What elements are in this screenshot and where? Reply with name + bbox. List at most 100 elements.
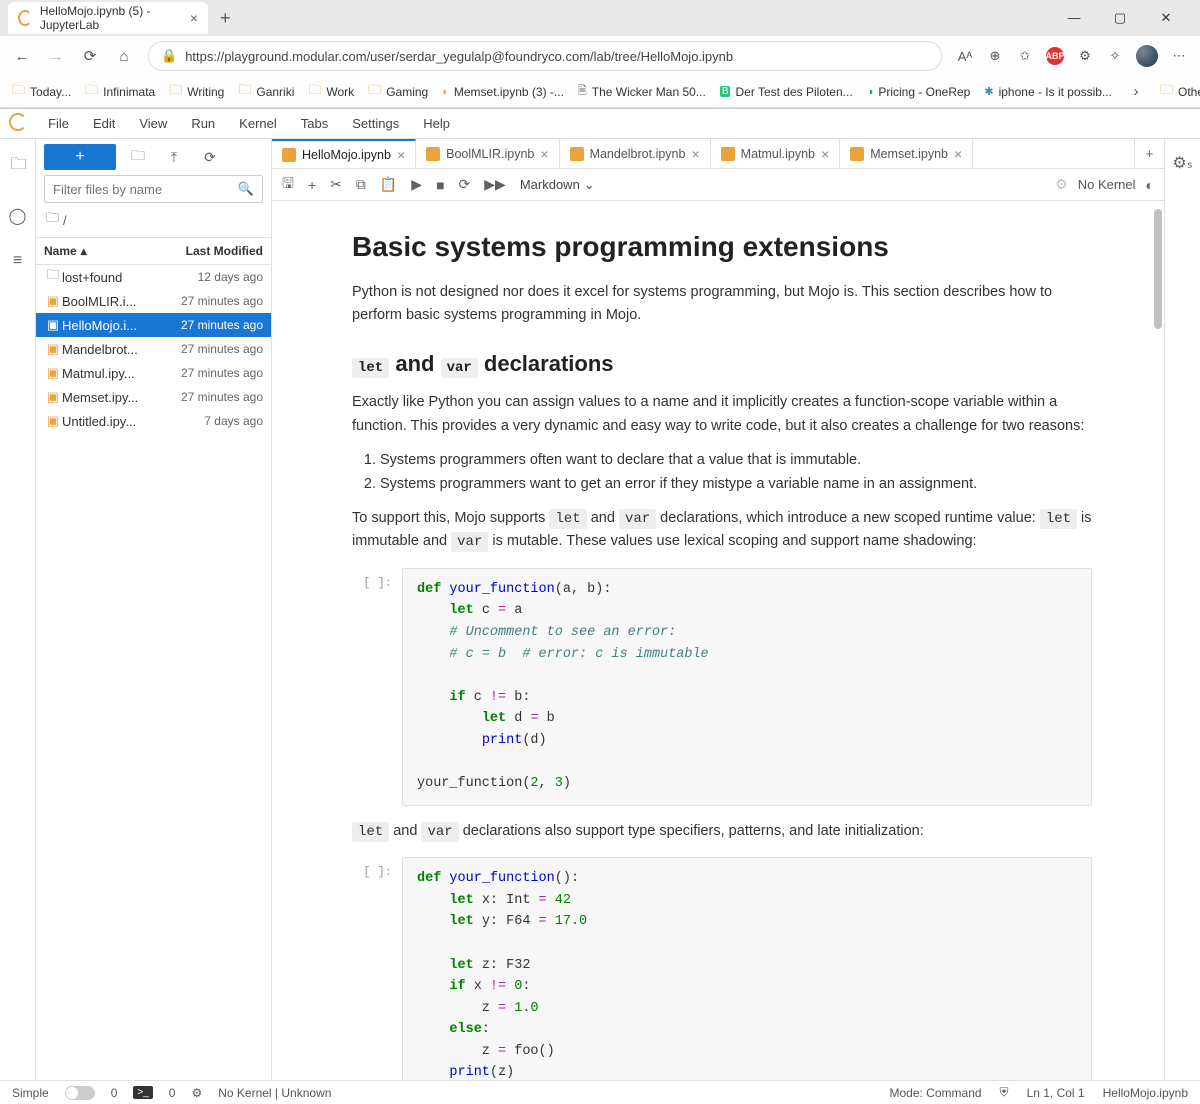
bookmarks-overflow-icon[interactable]: › [1126, 83, 1146, 100]
browser-tab[interactable]: HelloMojo.ipynb (5) - JupyterLab × [8, 2, 208, 34]
file-row[interactable]: ▣Untitled.ipy...7 days ago [36, 409, 271, 433]
filter-input[interactable] [53, 182, 238, 197]
extensions-icon[interactable]: ⚙ [1076, 47, 1094, 65]
bookmark-item[interactable]: 🗎The Wicker Man 50... [578, 82, 706, 101]
new-tab-button[interactable]: + [212, 8, 239, 29]
property-inspector-icon[interactable]: ⚙ₛ [1165, 149, 1200, 177]
close-tab-icon[interactable]: × [954, 146, 962, 162]
notebook-content[interactable]: Basic systems programming extensions Pyt… [272, 201, 1164, 1080]
document-tab[interactable]: Memset.ipynb× [840, 139, 973, 168]
zoom-icon[interactable]: ⊕ [986, 47, 1004, 65]
file-row[interactable]: 🗀lost+found12 days ago [36, 265, 271, 289]
back-button[interactable]: ← [12, 48, 32, 65]
home-button[interactable]: ⌂ [114, 48, 134, 65]
kernel-status[interactable]: No Kernel | Unknown [218, 1086, 331, 1100]
code-input[interactable]: def your_function(a, b): let c = a # Unc… [402, 568, 1092, 806]
file-modified: 7 days ago [163, 414, 263, 428]
filename-status[interactable]: HelloMojo.ipynb [1103, 1086, 1188, 1100]
code-input[interactable]: def your_function(): let x: Int = 42 let… [402, 857, 1092, 1080]
menu-help[interactable]: Help [411, 109, 462, 138]
bookmark-item[interactable]: 🗀Gaming [368, 81, 428, 103]
adblock-icon[interactable]: ABP [1046, 47, 1064, 65]
close-tab-icon[interactable]: × [691, 146, 699, 162]
search-icon: 🔍 [238, 181, 254, 197]
bookmark-item[interactable]: ◐Memset.ipynb (3) -... [442, 85, 564, 99]
running-terminals-icon[interactable]: ◯ [0, 202, 35, 230]
document-tab[interactable]: HelloMojo.ipynb× [272, 139, 416, 168]
bookmark-item[interactable]: ✱iphone - Is it possib... [984, 85, 1112, 99]
restart-icon[interactable]: ⟳ [459, 176, 471, 193]
save-icon[interactable]: 🖫 [282, 173, 294, 197]
gear-icon[interactable]: ⚙ [1055, 176, 1068, 193]
bookmark-item[interactable]: 🗀Infinimata [85, 81, 155, 103]
notebook-trust-icon[interactable]: ⛨ [1000, 1085, 1009, 1100]
refresh-filebrowser-icon[interactable]: ⟳ [196, 149, 224, 166]
bookmark-item[interactable]: 🗀Today... [12, 81, 71, 103]
menu-tabs[interactable]: Tabs [289, 109, 340, 138]
code-cell[interactable]: [ ]: def your_function(): let x: Int = 4… [352, 857, 1092, 1080]
menu-run[interactable]: Run [179, 109, 227, 138]
column-header-modified[interactable]: Last Modified [161, 238, 271, 264]
file-row[interactable]: ▣Mandelbrot...27 minutes ago [36, 337, 271, 361]
settings-status-icon[interactable]: ⚙ [191, 1086, 202, 1100]
menu-file[interactable]: File [36, 109, 81, 138]
file-browser-tab-icon[interactable]: 🗀 [0, 149, 35, 184]
close-tab-icon[interactable]: × [397, 147, 405, 163]
folder-icon: 🗀 [46, 209, 59, 231]
more-icon[interactable]: ⋯ [1170, 47, 1188, 65]
stop-icon[interactable]: ■ [436, 177, 444, 193]
copy-icon[interactable]: ⧉ [356, 176, 366, 193]
kernel-name[interactable]: No Kernel [1078, 177, 1136, 192]
file-row[interactable]: ▣Matmul.ipy...27 minutes ago [36, 361, 271, 385]
file-row[interactable]: ▣HelloMojo.i...27 minutes ago [36, 313, 271, 337]
favorite-icon[interactable]: ✩ [1016, 47, 1034, 65]
bookmark-item[interactable]: 🗀Work [308, 81, 354, 103]
menu-kernel[interactable]: Kernel [227, 109, 289, 138]
close-tab-icon[interactable]: × [540, 146, 548, 162]
add-tab-button[interactable]: + [1134, 139, 1164, 168]
address-bar[interactable]: 🔒 https://playground.modular.com/user/se… [148, 41, 942, 71]
close-window-button[interactable]: ✕ [1152, 10, 1180, 26]
jupyter-logo[interactable] [0, 113, 36, 134]
document-tab[interactable]: BoolMLIR.ipynb× [416, 139, 559, 168]
breadcrumb[interactable]: 🗀 / [36, 203, 271, 237]
bookmark-item[interactable]: ◑Pricing - OneRep [867, 85, 971, 99]
file-row[interactable]: ▣BoolMLIR.i...27 minutes ago [36, 289, 271, 313]
bookmark-item[interactable]: BDer Test des Piloten... [720, 85, 853, 99]
bookmark-item[interactable]: 🗀Writing [169, 81, 224, 103]
maximize-button[interactable]: ▢ [1106, 10, 1134, 26]
document-tab[interactable]: Matmul.ipynb× [711, 139, 841, 168]
document-tab[interactable]: Mandelbrot.ipynb× [560, 139, 711, 168]
column-header-name[interactable]: Name ▴ [36, 238, 161, 264]
other-favorites[interactable]: 🗀Other favorites [1160, 81, 1200, 103]
text-size-icon[interactable]: Aᴬ [956, 47, 974, 65]
insert-cell-icon[interactable]: + [308, 177, 316, 193]
filter-files-field[interactable]: 🔍 [44, 175, 263, 203]
scrollbar[interactable] [1154, 209, 1162, 329]
terminal-icon[interactable]: >_ [133, 1086, 152, 1099]
close-tab-icon[interactable]: × [190, 10, 198, 26]
menu-edit[interactable]: Edit [81, 109, 127, 138]
new-launcher-button[interactable]: + [44, 144, 116, 170]
cut-icon[interactable]: ✂ [330, 176, 342, 193]
new-folder-icon[interactable]: 🗀 [124, 145, 152, 169]
simple-toggle[interactable] [65, 1086, 95, 1100]
menu-view[interactable]: View [127, 109, 179, 138]
favorites-bar-icon[interactable]: ✧ [1106, 47, 1124, 65]
table-of-contents-icon[interactable]: ≡ [0, 248, 35, 274]
profile-avatar[interactable] [1136, 45, 1158, 67]
forward-button[interactable]: → [46, 48, 66, 65]
upload-icon[interactable]: ⤒ [160, 149, 188, 166]
refresh-button[interactable]: ⟳ [80, 47, 100, 65]
menu-settings[interactable]: Settings [340, 109, 411, 138]
kernel-status-icon[interactable]: ◐ [1146, 177, 1154, 193]
minimize-button[interactable]: — [1060, 10, 1088, 26]
cell-type-select[interactable]: Markdown ⌄ [520, 177, 595, 193]
fast-forward-icon[interactable]: ▶▶ [484, 176, 506, 193]
run-icon[interactable]: ▶ [411, 176, 422, 193]
paste-icon[interactable]: 📋 [380, 176, 397, 193]
bookmark-item[interactable]: 🗀Ganriki [238, 81, 294, 103]
file-row[interactable]: ▣Memset.ipy...27 minutes ago [36, 385, 271, 409]
close-tab-icon[interactable]: × [821, 146, 829, 162]
code-cell[interactable]: [ ]: def your_function(a, b): let c = a … [352, 568, 1092, 806]
